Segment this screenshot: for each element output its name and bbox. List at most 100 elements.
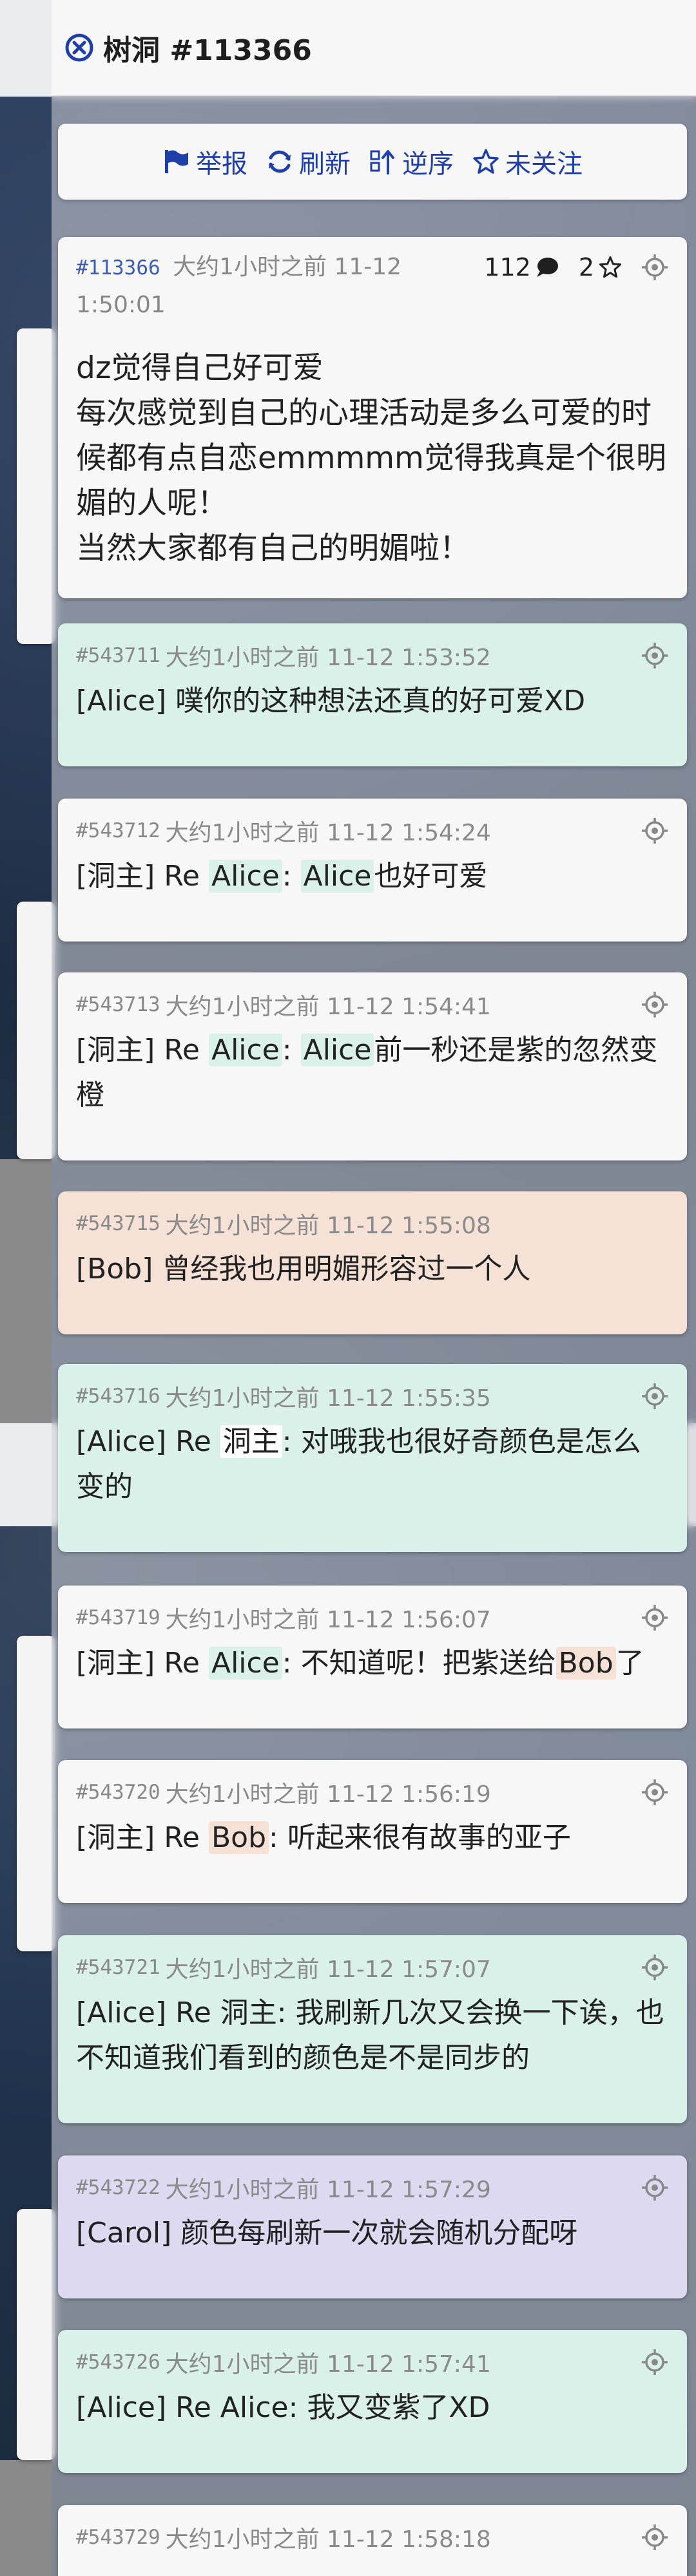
reply-card[interactable]: #543713 大约1小时之前 11-12 1:54:41 [洞主] Re Alic… [58, 972, 687, 1160]
star-count-value: 2 [578, 253, 594, 281]
main-post-id[interactable]: #113366 [76, 256, 160, 279]
star-count: 2 [579, 249, 623, 286]
main-post-line: 每次感觉到自己的心理活动是多么可爱的时候都有点自恋emmmmm觉得我真是个很明媚… [76, 395, 666, 521]
background-panel-strip [0, 1159, 52, 1423]
reply-text: [Alice] Re 洞主: 我刷新几次又会换一下诶，也不知道我们看到的颜色是不… [76, 1991, 669, 2081]
refresh-button[interactable]: 刷新 [266, 143, 351, 180]
reply-meta: #543713 大约1小时之前 11-12 1:54:41 [76, 981, 669, 1028]
reply-text: [洞主] Re Bob: 听起来很有故事的亚子 [76, 1815, 669, 1861]
reverse-order-button[interactable]: 逆序 [369, 143, 454, 180]
reply-card[interactable]: #543729 大约1小时之前 11-12 1:58:18 [58, 2505, 687, 2576]
reply-meta: #543726 大约1小时之前 11-12 1:57:41 [76, 2339, 669, 2385]
reply-id[interactable]: #543713 [76, 993, 160, 1016]
reply-time: 大约1小时之前 11-12 1:57:07 [165, 1956, 491, 1983]
reply-text-segment: [洞主] Re [76, 1821, 209, 1854]
background-panel-strip [0, 2460, 52, 2576]
star-outline-icon [599, 256, 622, 278]
reply-text-segment: : 听起来很有故事的亚子 [269, 1821, 571, 1854]
reply-meta: #543720 大约1小时之前 11-12 1:56:19 [76, 1769, 669, 1815]
sidebar-header: 树洞 #113366 [52, 0, 696, 96]
reply-card[interactable]: #543720 大约1小时之前 11-12 1:56:19 [洞主] Re Bob:… [58, 1760, 687, 1903]
reply-text-segment: : [282, 1034, 301, 1066]
reply-meta: #543729 大约1小时之前 11-12 1:58:18 [76, 2514, 669, 2561]
reply-card[interactable]: #543722 大约1小时之前 11-12 1:57:29 [Carol] 颜色每刷… [58, 2155, 687, 2298]
reply-card[interactable]: #543716 大约1小时之前 11-12 1:55:35 [Alice] Re 洞… [58, 1364, 687, 1552]
main-post-line: 当然大家都有自己的明媚啦！ [76, 531, 470, 566]
main-post-card[interactable]: #113366 大约1小时之前 11-12 1:50:01 112 2 dz觉得… [58, 237, 687, 598]
locate-icon[interactable] [641, 990, 669, 1019]
reply-time: 大约1小时之前 11-12 1:57:41 [165, 2351, 491, 2378]
reply-time: 大约1小时之前 11-12 1:54:24 [165, 820, 491, 846]
locate-icon[interactable] [641, 641, 669, 670]
reply-meta: #543719 大约1小时之前 11-12 1:56:07 [76, 1595, 669, 1641]
reply-text: [Bob] 曾经我也用明媚形容过一个人 [76, 1247, 669, 1292]
mention-chip[interactable]: Alice [300, 860, 374, 893]
reply-text-segment: [Carol] 颜色每刷新一次就会随机分配呀 [76, 2217, 578, 2249]
mention-chip[interactable]: Bob [556, 1647, 616, 1680]
reply-text: [洞主] Re Alice: Alice前一秒还是紫的忽然变橙 [76, 1028, 669, 1118]
reply-text-segment: 也好可爱 [374, 860, 488, 893]
reply-text-segment: [Bob] 曾经我也用明媚形容过一个人 [76, 1253, 531, 1285]
reply-id[interactable]: #543721 [76, 1956, 160, 1979]
reply-meta: #543712 大约1小时之前 11-12 1:54:24 [76, 808, 669, 854]
locate-icon[interactable] [641, 2174, 669, 2202]
reply-id[interactable]: #543720 [76, 1781, 160, 1804]
reply-text: [Alice] Re 洞主: 对哦我也很好奇颜色是怎么变的 [76, 1419, 669, 1510]
refresh-label: 刷新 [299, 149, 351, 179]
reply-text-segment: [Alice] 噗你的这种想法还真的好可爱XD [76, 685, 586, 717]
locate-icon[interactable] [641, 2348, 669, 2376]
background-post-card [17, 2209, 55, 2460]
reply-id[interactable]: #543711 [76, 644, 160, 667]
reply-id[interactable]: #543726 [76, 2351, 160, 2374]
reply-meta: #543716 大约1小时之前 11-12 1:55:35 [76, 1373, 669, 1419]
reply-text: [Carol] 颜色每刷新一次就会随机分配呀 [76, 2211, 669, 2256]
locate-icon[interactable] [641, 1953, 669, 1982]
reply-text-segment: : 不知道呢！把紫送给 [282, 1647, 556, 1680]
report-button[interactable]: 举报 [162, 143, 247, 180]
reply-id[interactable]: #543722 [76, 2176, 160, 2199]
locate-icon[interactable] [641, 1604, 669, 1632]
main-post-stats: 112 2 [484, 249, 669, 286]
reply-id[interactable]: #543729 [76, 2526, 160, 2549]
reply-id[interactable]: #543716 [76, 1385, 160, 1408]
reply-meta: #543715 大约1小时之前 11-12 1:55:08 [76, 1200, 669, 1247]
background-post-card [17, 902, 55, 1159]
mention-chip[interactable]: Bob [208, 1821, 269, 1854]
close-circle-icon [65, 33, 93, 62]
reply-id[interactable]: #543712 [76, 819, 160, 842]
reply-time: 大约1小时之前 11-12 1:56:19 [165, 1781, 491, 1808]
reply-card[interactable]: #543715 大约1小时之前 11-12 1:55:08 [Bob] 曾经我也用明… [58, 1191, 687, 1334]
reply-id[interactable]: #543719 [76, 1606, 160, 1629]
reply-text-segment: [Alice] Re Alice: 我又变紫了XD [76, 2391, 490, 2424]
reply-text-segment: [Alice] Re 洞主: 我刷新几次又会换一下诶，也不知道我们看到的颜色是不… [76, 1996, 664, 2074]
reply-card[interactable]: #543719 大约1小时之前 11-12 1:56:07 [洞主] Re Alic… [58, 1586, 687, 1728]
reply-card[interactable]: #543712 大约1小时之前 11-12 1:54:24 [洞主] Re Alic… [58, 799, 687, 942]
mention-chip[interactable]: 洞主 [220, 1425, 282, 1458]
reply-text: [洞主] Re Alice: 不知道呢！把紫送给Bob了 [76, 1641, 669, 1686]
locate-icon[interactable] [641, 1778, 669, 1806]
close-sidebar-button[interactable] [63, 32, 95, 64]
locate-icon[interactable] [641, 1382, 669, 1410]
locate-icon[interactable] [641, 2523, 669, 2552]
mention-chip[interactable]: Alice [208, 860, 282, 893]
reply-id[interactable]: #543715 [76, 1212, 160, 1235]
locate-icon[interactable] [641, 253, 669, 281]
thread-sidebar: 树洞 #113366 举报 刷新 逆序 未关注 #113366 大约1小时之前 … [52, 0, 696, 2576]
reply-text-segment: [洞主] Re [76, 860, 209, 893]
reply-meta: #543711 大约1小时之前 11-12 1:53:52 [76, 632, 669, 679]
locate-icon[interactable] [641, 817, 669, 845]
reply-meta: #543722 大约1小时之前 11-12 1:57:29 [76, 2164, 669, 2211]
comment-bubble-icon [536, 258, 558, 277]
reply-time: 大约1小时之前 11-12 1:58:18 [165, 2526, 491, 2553]
mention-chip[interactable]: Alice [208, 1034, 282, 1066]
reply-text-segment: [洞主] Re [76, 1647, 209, 1680]
reply-text-segment: : [282, 860, 301, 893]
follow-toggle-button[interactable]: 未关注 [472, 143, 583, 180]
reply-card[interactable]: #543726 大约1小时之前 11-12 1:57:41 [Alice] Re A… [58, 2330, 687, 2473]
mention-chip[interactable]: Alice [300, 1034, 374, 1066]
reply-card[interactable]: #543721 大约1小时之前 11-12 1:57:07 [Alice] Re 洞… [58, 1935, 687, 2123]
reply-count: 112 [484, 249, 559, 286]
star-outline-icon [473, 149, 499, 174]
mention-chip[interactable]: Alice [208, 1647, 282, 1680]
reply-card[interactable]: #543711 大约1小时之前 11-12 1:53:52 [Alice] 噗你的这… [58, 623, 687, 766]
